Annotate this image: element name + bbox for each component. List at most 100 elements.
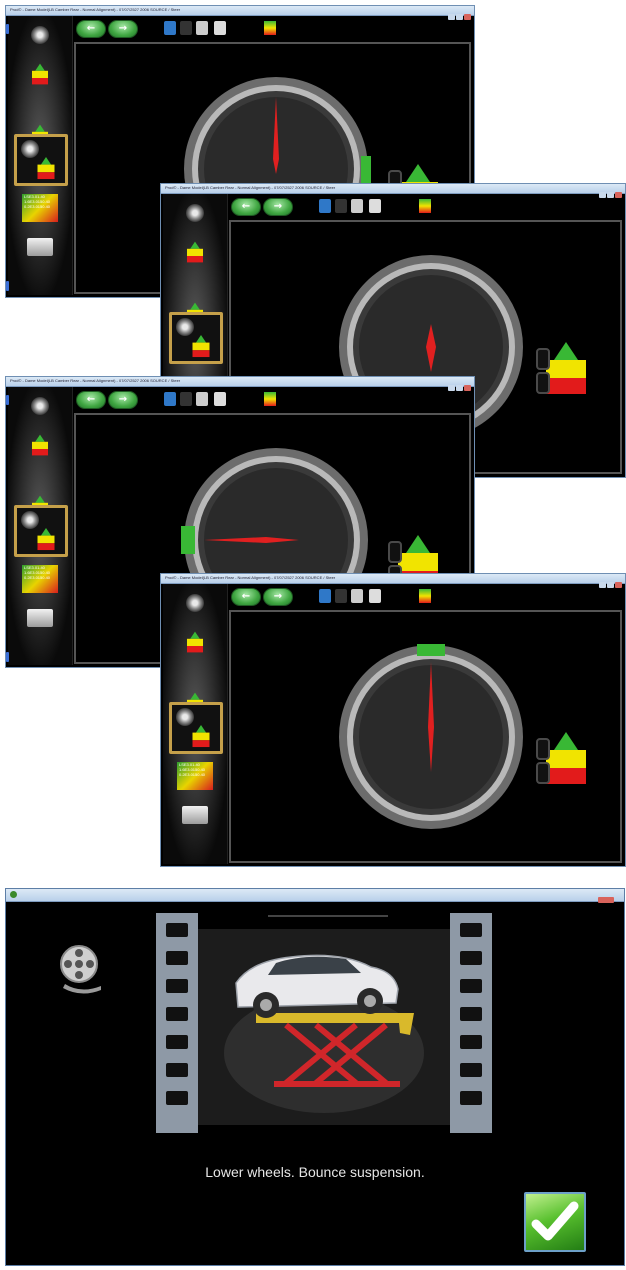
spec-line: 0.2E3.0150.40 [24, 575, 51, 580]
sidebar-tab[interactable] [6, 652, 9, 662]
selected-step[interactable] [169, 702, 223, 754]
toolbar: ← → [229, 194, 623, 220]
selected-step[interactable] [14, 505, 68, 557]
back-button[interactable]: ← [231, 198, 261, 216]
car-spec-icon[interactable] [183, 241, 207, 263]
car-icon [33, 527, 59, 551]
forward-button[interactable]: → [108, 391, 138, 409]
camera-icon[interactable] [335, 199, 347, 213]
print-icon[interactable] [214, 21, 226, 35]
app-icon [10, 891, 17, 898]
wheel-icon [21, 511, 39, 529]
home-icon[interactable] [196, 21, 208, 35]
instruction-caption: Lower wheels. Bounce suspension. [205, 1164, 425, 1180]
confirm-button[interactable] [524, 1192, 586, 1252]
title-bar[interactable]: Prod© - Dame Model(LB Camber Rear - Norm… [6, 6, 474, 20]
arrow-left-icon: ← [86, 22, 96, 34]
window-controls[interactable] [598, 575, 622, 588]
forward-button[interactable]: → [108, 20, 138, 38]
print-icon[interactable] [214, 392, 226, 406]
window-title: Prod© - Dame Model(LB Camber Rear - Norm… [165, 575, 336, 580]
window-controls[interactable] [447, 7, 471, 20]
window-title: Prod© - Dame Model(LB Camber Rear - Norm… [10, 7, 181, 12]
arrow-right-icon: → [273, 590, 283, 602]
home-icon[interactable] [196, 392, 208, 406]
window-controls[interactable] [597, 890, 621, 903]
vehicle-select-icon[interactable] [186, 594, 204, 612]
window-title: Prod© - Dame Model(LB Camber Rear - Norm… [10, 378, 181, 383]
wheel-icon [21, 140, 39, 158]
help-icon[interactable] [164, 21, 176, 35]
close-icon[interactable] [598, 897, 614, 903]
title-bar[interactable] [6, 889, 624, 903]
arrow-right-icon: → [273, 200, 283, 212]
vehicle-select-icon[interactable] [31, 26, 49, 44]
title-bar[interactable]: Prod© - Dame Model(LB Camber Rear - Norm… [161, 574, 625, 588]
car-spec-icon[interactable] [28, 63, 52, 85]
car-icon [188, 334, 214, 358]
printer-icon[interactable] [27, 238, 53, 256]
window-title: Prod© - Dame Model(LB Camber Rear - Norm… [165, 185, 336, 190]
title-bar[interactable]: Prod© - Dame Model(LB Camber Rear - Norm… [161, 184, 625, 198]
print-icon[interactable] [369, 199, 381, 213]
sidebar-tab[interactable] [6, 395, 9, 405]
help-icon[interactable] [319, 199, 331, 213]
car-status-icon[interactable] [264, 21, 276, 35]
main-panel [229, 610, 622, 863]
gauge-target-zone [417, 644, 445, 656]
spec-line: 0.2E3.0150.40 [179, 772, 206, 777]
camera-icon[interactable] [335, 589, 347, 603]
arrow-right-icon: → [118, 22, 128, 34]
help-icon[interactable] [319, 589, 331, 603]
sidebar-tab[interactable] [6, 281, 9, 291]
video-frame[interactable] [156, 913, 492, 1133]
window-controls[interactable] [598, 185, 622, 198]
spec-table-icon[interactable]: LSE3.01.40 1.6E3.0150.40 0.2E3.0150.40 [177, 762, 213, 790]
back-button[interactable]: ← [231, 588, 261, 606]
help-icon[interactable] [164, 392, 176, 406]
alignment-gauge [336, 642, 526, 832]
car-icon [188, 724, 214, 748]
sidebar: LSE3.01.40 1.6E3.0150.40 0.2E3.0150.40 [6, 16, 73, 295]
spec-table-icon[interactable]: LSE3.01.40 1.6E3.0150.40 0.2E3.0150.40 [22, 565, 58, 593]
toolbar: ← → [74, 16, 472, 42]
title-bar[interactable]: Prod© - Dame Model(LB Camber Rear - Norm… [6, 377, 474, 391]
home-icon[interactable] [351, 589, 363, 603]
window-controls[interactable] [447, 378, 471, 391]
selected-step[interactable] [14, 134, 68, 186]
sidebar-tab[interactable] [6, 24, 9, 34]
toolbar: ← → [74, 387, 472, 413]
checkmark-icon [531, 1201, 579, 1241]
gauge-dial [339, 644, 523, 829]
gauge-target-zone [361, 156, 371, 184]
print-icon[interactable] [369, 589, 381, 603]
vehicle-select-icon[interactable] [31, 397, 49, 415]
sidebar: LSE3.01.40 1.6E3.0150.40 0.2E3.0150.40 [163, 584, 228, 864]
car-status-icon[interactable] [264, 392, 276, 406]
instruction-video-window: Lower wheels. Bounce suspension. [5, 888, 625, 1266]
sidebar: LSE3.01.40 1.6E3.0150.40 0.2E3.0150.40 [6, 387, 73, 665]
arrow-left-icon: ← [86, 393, 96, 405]
forward-button[interactable]: → [263, 588, 293, 606]
car-status-icon[interactable] [419, 589, 431, 603]
toolbar: ← → [229, 584, 623, 610]
back-button[interactable]: ← [76, 20, 106, 38]
back-button[interactable]: ← [76, 391, 106, 409]
car-spec-icon[interactable] [183, 631, 207, 653]
forward-button[interactable]: → [263, 198, 293, 216]
arrow-right-icon: → [118, 393, 128, 405]
spec-table-icon[interactable]: LSE3.01.40 1.6E3.0150.40 0.2E3.0150.40 [22, 194, 58, 222]
gauge-target-zone [181, 526, 195, 554]
camera-icon[interactable] [180, 21, 192, 35]
arrow-left-icon: ← [241, 590, 251, 602]
printer-icon[interactable] [182, 806, 208, 824]
selected-step[interactable] [169, 312, 223, 364]
film-reel-icon[interactable] [59, 944, 103, 996]
printer-icon[interactable] [27, 609, 53, 627]
car-spec-icon[interactable] [28, 434, 52, 456]
vehicle-select-icon[interactable] [186, 204, 204, 222]
car-status-icon[interactable] [419, 199, 431, 213]
camera-icon[interactable] [180, 392, 192, 406]
alignment-window-4: Prod© - Dame Model(LB Camber Rear - Norm… [160, 573, 626, 867]
home-icon[interactable] [351, 199, 363, 213]
